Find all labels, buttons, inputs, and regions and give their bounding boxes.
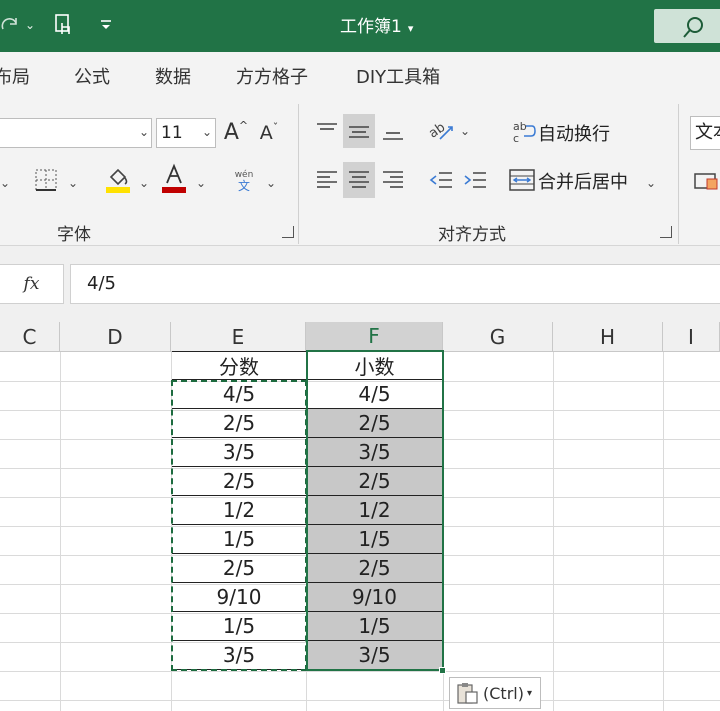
chevron-down-icon[interactable]: ⌄ (460, 124, 470, 138)
svg-text:c: c (513, 132, 519, 144)
wrap-text-icon[interactable]: ab c (510, 118, 538, 146)
increase-font-button[interactable]: A ^ (222, 116, 250, 148)
borders-icon (35, 169, 57, 191)
conditional-format-button[interactable] (692, 168, 720, 194)
grid-row-line (0, 671, 720, 672)
table-format-icon (694, 173, 718, 190)
function-icon: fx (23, 274, 40, 294)
customize-qat-icon[interactable] (96, 10, 116, 40)
formula-input[interactable]: 4/5 (70, 264, 720, 304)
ribbon: ⌄ 11 ⌄ A ^ Aˇ ⌄ ⌄ ⌄ ⌄ wén 文 ⌄ 字体 ab ⌄ ab… (0, 96, 720, 246)
copy-marquee (171, 380, 307, 671)
chevron-down-icon: ▾ (526, 687, 532, 699)
ribbon-tabs: 布局 公式 数据 方方格子 DIY工具箱 (0, 52, 720, 96)
align-bottom-icon (383, 132, 403, 140)
increase-indent-icon (464, 172, 486, 188)
align-middle-icon (349, 126, 369, 138)
phonetic-guide-button[interactable]: wén 文 (228, 166, 260, 196)
window-title-text: 工作簿1 (340, 17, 402, 37)
font-color-button[interactable] (160, 162, 188, 196)
align-left-icon (317, 171, 337, 188)
highlight-swatch (106, 187, 130, 193)
font-dialog-launcher-icon[interactable] (282, 226, 294, 238)
tab-formulas[interactable]: 公式 (74, 63, 110, 89)
merge-center-icon[interactable] (508, 166, 536, 194)
align-middle-button[interactable] (343, 114, 375, 148)
merge-center-button[interactable]: 合并后居中 (538, 168, 628, 194)
column-header-h[interactable]: H (553, 322, 663, 352)
align-top-button[interactable] (312, 116, 342, 146)
alignment-group-label: 对齐方式 (438, 225, 506, 245)
svg-text:ab: ab (428, 120, 448, 142)
search-button[interactable] (654, 9, 720, 43)
cell-e1[interactable]: 分数 (172, 351, 306, 380)
column-header-i[interactable]: I (663, 322, 720, 352)
borders-button[interactable] (32, 166, 60, 194)
font-group-label: 字体 (57, 225, 91, 245)
caret-up-icon: ^ (238, 118, 249, 132)
decrease-indent-icon (429, 172, 452, 188)
chevron-down-icon[interactable]: ⌄ (139, 125, 149, 139)
chevron-down-icon[interactable]: ⌄ (196, 176, 206, 190)
paste-options-button[interactable]: (Ctrl) ▾ (449, 677, 541, 709)
phonetic-bottom-label: 文 (237, 178, 250, 193)
text-orientation-icon: ab (428, 120, 453, 142)
grid-column-line (553, 352, 554, 711)
align-center-button[interactable] (343, 162, 375, 198)
number-format-select[interactable]: 文本 (690, 116, 720, 150)
paint-bucket-icon (106, 168, 130, 193)
chevron-down-icon[interactable]: ⌄ (139, 176, 149, 190)
column-header-g[interactable]: G (443, 322, 553, 352)
chevron-down-icon[interactable]: ⌄ (68, 176, 78, 190)
redo-icon[interactable] (0, 10, 22, 40)
selection-outline (306, 350, 444, 671)
align-right-button[interactable] (378, 164, 408, 196)
orientation-button[interactable]: ab (426, 116, 456, 146)
group-divider (298, 104, 299, 244)
wrap-text-button[interactable]: 自动换行 (538, 120, 610, 146)
window-title[interactable]: 工作簿1 ▾ (340, 12, 413, 37)
chevron-down-icon[interactable]: ⌄ (0, 176, 10, 190)
increase-font-label: A (223, 119, 239, 145)
grid-column-line (60, 352, 61, 711)
touch-mode-icon[interactable] (50, 10, 78, 40)
chevron-down-icon[interactable]: ⌄ (266, 176, 276, 190)
chevron-down-icon[interactable]: ⌄ (646, 176, 656, 190)
tab-page-layout[interactable]: 布局 (0, 63, 30, 89)
font-name-input[interactable] (0, 118, 152, 148)
align-right-icon (383, 171, 403, 188)
align-center-icon (349, 171, 369, 188)
tab-data[interactable]: 数据 (155, 63, 191, 89)
formula-bar: fx 4/5 (0, 246, 720, 322)
align-left-button[interactable] (312, 164, 342, 196)
insert-function-button[interactable]: fx (0, 264, 64, 304)
clipboard-icon (457, 683, 478, 704)
fill-handle[interactable] (439, 667, 446, 674)
tab-fangfang[interactable]: 方方格子 (236, 63, 308, 89)
paste-options-label: (Ctrl) (483, 683, 524, 703)
align-top-icon (317, 123, 337, 130)
chevron-down-icon: ▾ (407, 22, 414, 35)
decrease-indent-button[interactable] (426, 164, 456, 196)
grid-column-line (663, 352, 664, 711)
group-divider (678, 104, 679, 244)
column-header-e[interactable]: E (171, 322, 306, 352)
column-header-c[interactable]: C (0, 322, 60, 352)
increase-indent-button[interactable] (460, 164, 490, 196)
fill-color-button[interactable] (104, 164, 132, 196)
chevron-down-icon[interactable]: ⌄ (22, 10, 38, 40)
chevron-down-icon[interactable]: ⌄ (202, 125, 212, 139)
column-header-f[interactable]: F (306, 322, 443, 352)
title-bar: ⌄ 工作簿1 ▾ (0, 0, 720, 52)
grid-row-line (0, 700, 720, 701)
alignment-dialog-launcher-icon[interactable] (660, 226, 672, 238)
column-header-d[interactable]: D (60, 322, 171, 352)
tab-diy-toolbox[interactable]: DIY工具箱 (356, 63, 440, 89)
align-bottom-button[interactable] (378, 116, 408, 148)
decrease-font-label: A (259, 122, 273, 144)
font-color-icon (162, 163, 186, 193)
search-icon (683, 17, 703, 38)
decrease-font-button[interactable]: Aˇ (255, 118, 283, 148)
caret-down-icon: ˇ (272, 120, 279, 134)
